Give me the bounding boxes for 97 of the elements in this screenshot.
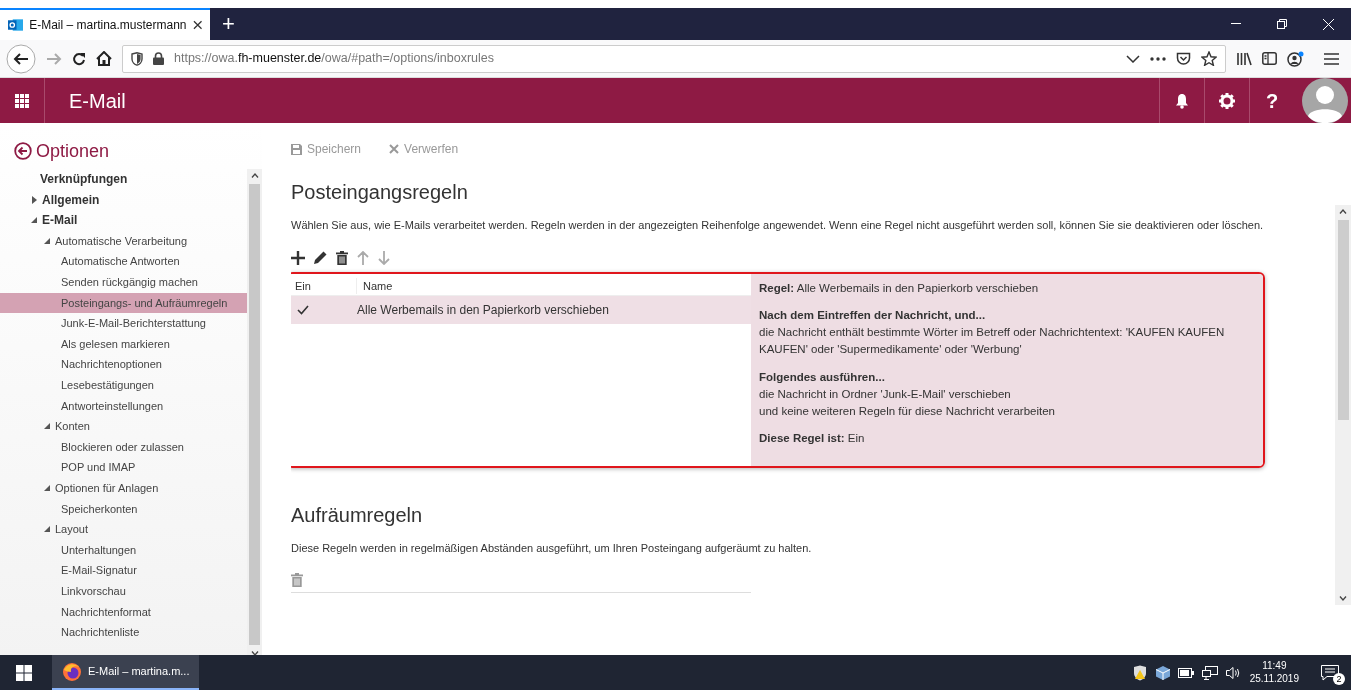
back-icon[interactable] [6, 43, 36, 74]
collapsed-icon[interactable] [31, 195, 37, 204]
sidebar-item[interactable]: Junk-E-Mail-Berichterstattung [0, 313, 247, 334]
battery-icon[interactable] [1177, 667, 1194, 678]
help-button[interactable]: ? [1249, 78, 1294, 123]
shield-icon[interactable] [131, 51, 143, 66]
more-icon[interactable] [1150, 56, 1166, 61]
taskbar-app-button[interactable]: E-Mail – martina.m... [52, 655, 200, 690]
lock-icon[interactable] [153, 52, 164, 65]
detail-text: Regel: Alle Werbemails in den Papierkorb verschieben [759, 280, 1040, 296]
section-title: Posteingangsregeln [291, 180, 469, 205]
sidebar-item[interactable]: Unterhaltungen [0, 539, 247, 561]
menu-icon[interactable] [1324, 52, 1339, 65]
app-title: E-Mail [69, 88, 126, 114]
settings-icon [1219, 92, 1235, 109]
mail-app-icon [8, 17, 24, 33]
section-title: Aufräumregeln [291, 502, 424, 528]
sidebar-item[interactable]: POP und IMAP [0, 457, 247, 478]
sidebar-item[interactable]: Nachrichtenoptionen [0, 354, 247, 375]
expanded-icon[interactable] [44, 485, 50, 492]
scroll-up-icon[interactable] [250, 173, 259, 178]
rule-row[interactable]: Alle Werbemails in den Papierkorb verschieben [291, 295, 751, 324]
tab-title: E-Mail – martina.mustermann [29, 17, 187, 34]
close-icon [389, 144, 400, 154]
restore-icon[interactable] [1277, 19, 1287, 29]
sidebar-item[interactable]: Optionen für Anlagen [0, 477, 247, 499]
sidebar-item[interactable]: Lesebestätigungen [0, 374, 247, 396]
browser-tab[interactable]: E-Mail – martina.mustermann [0, 8, 210, 40]
sidebar-item[interactable]: Speicherkonten [0, 498, 247, 520]
back-icon[interactable] [14, 142, 32, 160]
notification-icon[interactable] [1321, 665, 1339, 682]
bell-icon [1175, 92, 1189, 109]
expanded-icon[interactable] [31, 217, 37, 224]
new-tab-button[interactable]: + [210, 8, 247, 40]
speaker-icon[interactable] [1225, 665, 1242, 680]
clock-date[interactable]: 25.11.2019 [1249, 672, 1299, 685]
sidebar-item[interactable]: Antworteinstellungen [0, 395, 247, 417]
sidebar-item[interactable]: Posteingangs- und Aufräumregeln [0, 292, 247, 314]
sidebar-item[interactable]: Als gelesen markieren [0, 333, 247, 355]
browser-icon [62, 661, 82, 682]
page-title[interactable]: Optionen [36, 137, 110, 165]
section-description: Diese Regeln werden in regelmäßigen Abständen ausgeführt, um Ihren Posteingang aufgeräumt zu halten. [291, 540, 813, 556]
avatar-icon[interactable] [1302, 78, 1348, 123]
library-icon[interactable] [1236, 51, 1252, 66]
column-header[interactable]: Name [357, 277, 393, 295]
notification-badge: 2 [1333, 673, 1345, 686]
shield-warning-icon[interactable] [1131, 664, 1148, 681]
close-icon[interactable] [192, 20, 202, 30]
reload-icon[interactable] [72, 51, 86, 66]
address-field[interactable]: https://owa.fh-muenster.de/owa/#path=/options/inboxrules [122, 44, 1226, 73]
account-icon[interactable] [1287, 50, 1304, 67]
sidebar-item[interactable]: E-Mail [0, 210, 247, 231]
scrollbar-thumb[interactable] [249, 184, 260, 645]
star-icon[interactable] [1201, 51, 1217, 66]
save-icon [291, 143, 302, 155]
sidebar-item[interactable]: Konten [0, 416, 247, 437]
sidebar-item[interactable]: Blockieren oder zulassen [0, 436, 247, 458]
url-text: https://owa.fh-muenster.de/owa/#path=/options/inboxrules [174, 50, 494, 68]
scrollbar-thumb[interactable] [1337, 220, 1349, 420]
detail-text: die Nachricht enthält bestimmte Wörter im Betreff oder Nachrichtentext: 'KAUFEN KAUFEN KAUFEN' oder 'Supermedikamente' oder 'Werbung' [759, 325, 1226, 358]
network-icon[interactable] [1201, 665, 1218, 680]
add-icon[interactable] [291, 250, 305, 265]
clock-time[interactable]: 11:49 [1249, 660, 1299, 673]
sidebar-item[interactable]: Linkvorschau [0, 580, 247, 602]
chevron-down-icon[interactable] [1126, 54, 1140, 63]
sidebar-item[interactable]: Automatische Antworten [0, 251, 247, 272]
expanded-icon[interactable] [44, 526, 50, 533]
column-header[interactable]: Ein [291, 277, 357, 295]
sidebar-item[interactable]: Nachrichtenliste [0, 622, 247, 643]
detail-text: Diese Regel ist: Ein [759, 431, 866, 447]
sidebar-item[interactable]: Nachrichtenformat [0, 601, 247, 623]
pocket-icon[interactable] [1176, 51, 1191, 66]
detail-text: und keine weiteren Regeln für diese Nachricht verarbeiten [759, 404, 1056, 419]
windows-start-icon[interactable] [16, 664, 32, 681]
detail-text: die Nachricht in Ordner 'Junk-E-Mail' verschieben [759, 386, 1012, 402]
pencil-icon[interactable] [314, 251, 327, 264]
scroll-up-icon[interactable] [1339, 209, 1347, 214]
expanded-icon[interactable] [44, 238, 50, 245]
sidebar-item[interactable]: E-Mail-Signatur [0, 560, 247, 581]
sidebar-icon[interactable] [1262, 52, 1277, 65]
expanded-icon[interactable] [44, 423, 50, 430]
sidebar-item[interactable]: Automatische Verarbeitung [0, 230, 247, 252]
checkmark-icon[interactable] [297, 305, 309, 316]
section-description: Wählen Sie aus, wie E-Mails verarbeitet werden. Regeln werden in der angezeigten Reihenfolge angewendet. Wenn eine Regel nicht ausgeführt werden soll, können Sie sie deaktivieren oder löschen. [291, 218, 1265, 233]
sidebar-item[interactable]: Senden rückgängig machen [0, 271, 247, 293]
scroll-down-icon[interactable] [250, 651, 259, 656]
sidebar-item[interactable]: Verknüpfungen [0, 169, 247, 190]
sidebar-item[interactable]: Layout [0, 519, 247, 540]
home-icon[interactable] [96, 51, 112, 66]
trash-icon[interactable] [336, 250, 348, 265]
app-launcher-icon[interactable] [15, 93, 29, 108]
sidebar-item[interactable]: Allgemein [0, 189, 247, 211]
package-icon[interactable] [1155, 665, 1170, 680]
minimize-icon[interactable] [1231, 23, 1241, 25]
detail-heading: Folgendes ausführen... [759, 369, 886, 385]
detail-heading: Nach dem Eintreffen der Nachricht, und... [759, 307, 987, 323]
scroll-down-icon[interactable] [1339, 596, 1347, 601]
